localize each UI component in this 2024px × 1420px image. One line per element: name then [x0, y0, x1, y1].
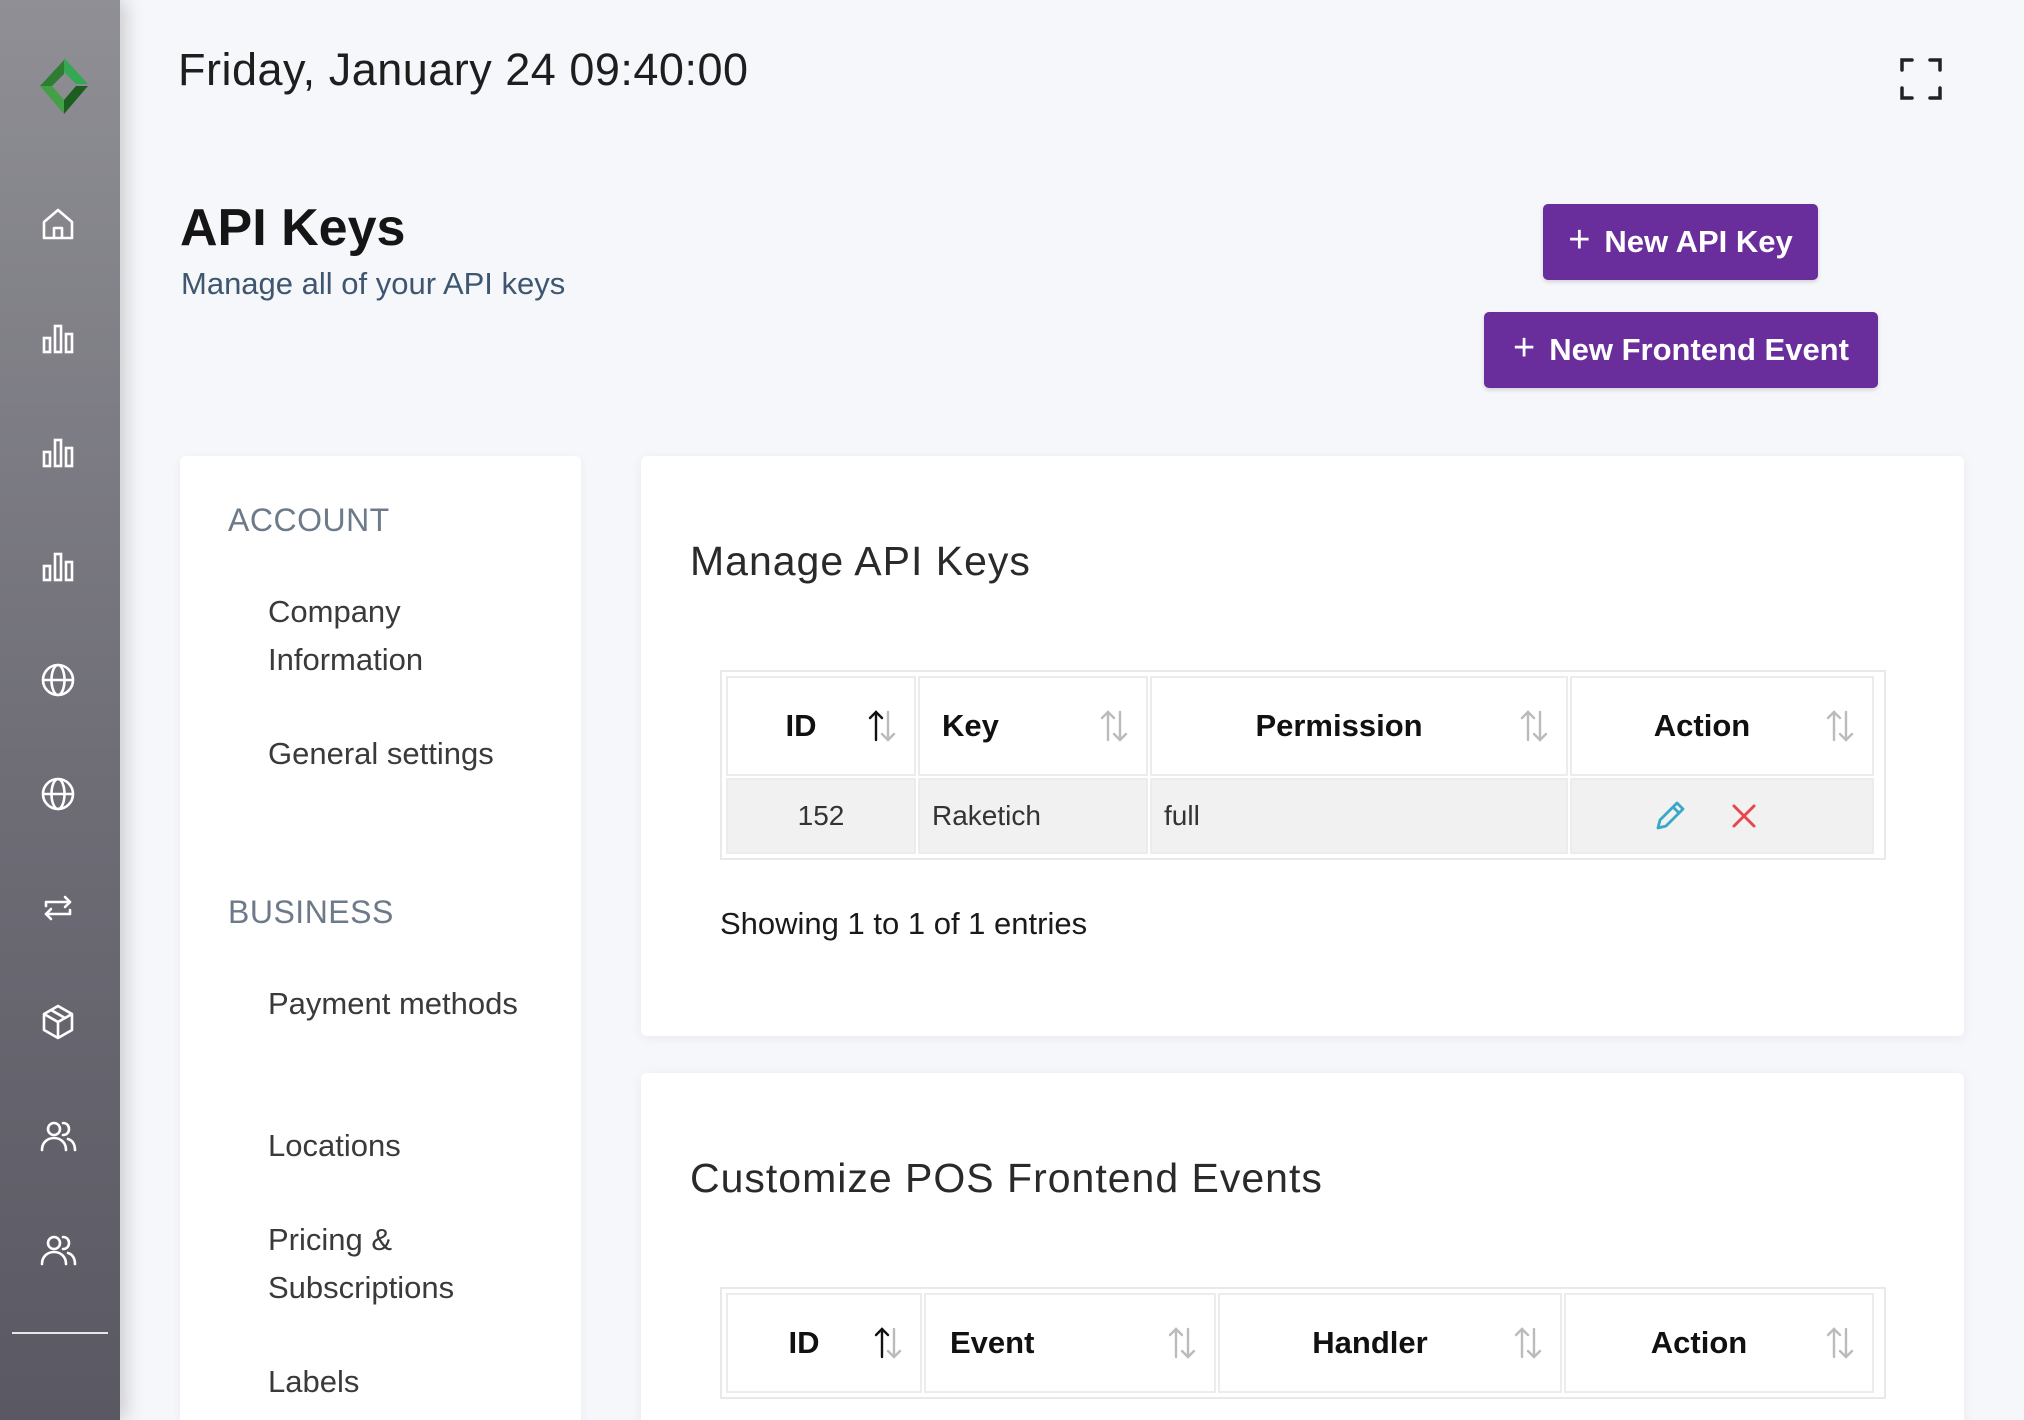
- plus-icon: +: [1568, 219, 1591, 261]
- frontend-events-card: Customize POS Frontend Events ID Event H…: [641, 1073, 1964, 1420]
- page-title: API Keys: [180, 199, 406, 257]
- bar-chart-icon[interactable]: [34, 314, 82, 362]
- column-header-event[interactable]: Event: [924, 1293, 1216, 1393]
- column-header-label: Permission: [1255, 708, 1423, 743]
- menu-item-labels[interactable]: Labels: [268, 1358, 558, 1406]
- column-header-label: Action: [1650, 1325, 1748, 1360]
- cell-id: 152: [726, 778, 916, 854]
- column-header-label: ID: [788, 1325, 820, 1360]
- fullscreen-icon[interactable]: [1896, 54, 1946, 104]
- sort-icon: [1166, 1325, 1198, 1361]
- frontend-events-card-title: Customize POS Frontend Events: [690, 1155, 1323, 1201]
- edit-pencil-icon[interactable]: [1650, 796, 1690, 836]
- sidebar-rail: [0, 0, 120, 1420]
- sort-icon: [1824, 1325, 1856, 1361]
- cell-action: [1570, 778, 1874, 854]
- section-heading-account: ACCOUNT: [228, 502, 390, 538]
- settings-menu: ACCOUNT Company Information General sett…: [180, 456, 581, 1420]
- column-header-id[interactable]: ID: [726, 676, 916, 776]
- users-icon[interactable]: [34, 1226, 82, 1274]
- delete-x-icon[interactable]: [1724, 796, 1764, 836]
- rail-divider: [12, 1332, 108, 1334]
- column-header-label: Key: [942, 708, 999, 743]
- brand-logo-icon[interactable]: [38, 56, 90, 116]
- menu-item-general-settings[interactable]: General settings: [268, 730, 558, 778]
- current-datetime: Friday, January 24 09:40:00: [178, 44, 749, 95]
- column-header-label: Handler: [1312, 1325, 1428, 1360]
- column-header-action[interactable]: Action: [1564, 1293, 1874, 1393]
- users-icon[interactable]: [34, 1112, 82, 1160]
- home-icon[interactable]: [34, 200, 82, 248]
- new-api-key-button[interactable]: + New API Key: [1543, 204, 1818, 280]
- new-frontend-event-label: New Frontend Event: [1549, 332, 1849, 367]
- package-icon[interactable]: [34, 998, 82, 1046]
- column-header-label: Action: [1653, 708, 1751, 743]
- sort-asc-icon: [866, 708, 898, 744]
- globe-icon[interactable]: [34, 656, 82, 704]
- column-header-action[interactable]: Action: [1570, 676, 1874, 776]
- sort-asc-icon: [872, 1325, 904, 1361]
- api-keys-card: Manage API Keys ID Key Permission Action…: [641, 456, 1964, 1036]
- sort-icon: [1098, 708, 1130, 744]
- column-header-permission[interactable]: Permission: [1150, 676, 1568, 776]
- table-entries-info: Showing 1 to 1 of 1 entries: [720, 906, 1088, 941]
- api-keys-table: ID Key Permission Action 152 Raketich fu…: [720, 670, 1886, 860]
- table-row: 152 Raketich full: [725, 777, 1881, 855]
- column-header-handler[interactable]: Handler: [1218, 1293, 1562, 1393]
- menu-item-locations[interactable]: Locations: [268, 1122, 558, 1170]
- sort-icon: [1518, 708, 1550, 744]
- api-keys-card-title: Manage API Keys: [690, 538, 1031, 584]
- table-header-row: ID Key Permission Action: [725, 675, 1881, 777]
- menu-item-payment-methods[interactable]: Payment methods: [268, 980, 558, 1028]
- section-heading-business: BUSINESS: [228, 894, 394, 930]
- repeat-icon[interactable]: [34, 884, 82, 932]
- cell-key: Raketich: [918, 778, 1148, 854]
- column-header-label: Event: [950, 1325, 1035, 1360]
- page-subtitle: Manage all of your API keys: [181, 266, 566, 301]
- new-frontend-event-button[interactable]: + New Frontend Event: [1484, 312, 1878, 388]
- cell-permission: full: [1150, 778, 1568, 854]
- column-header-key[interactable]: Key: [918, 676, 1148, 776]
- new-api-key-label: New API Key: [1604, 224, 1793, 259]
- menu-item-pricing-subscriptions[interactable]: Pricing & Subscriptions: [268, 1216, 558, 1312]
- sort-icon: [1512, 1325, 1544, 1361]
- column-header-label: ID: [785, 708, 817, 743]
- bar-chart-icon[interactable]: [34, 428, 82, 476]
- bar-chart-icon[interactable]: [34, 542, 82, 590]
- globe-icon[interactable]: [34, 770, 82, 818]
- menu-item-company-information[interactable]: Company Information: [268, 588, 558, 684]
- frontend-events-table: ID Event Handler Action: [720, 1287, 1886, 1399]
- column-header-id[interactable]: ID: [726, 1293, 922, 1393]
- table-header-row: ID Event Handler Action: [725, 1292, 1881, 1394]
- plus-icon: +: [1513, 327, 1536, 369]
- sort-icon: [1824, 708, 1856, 744]
